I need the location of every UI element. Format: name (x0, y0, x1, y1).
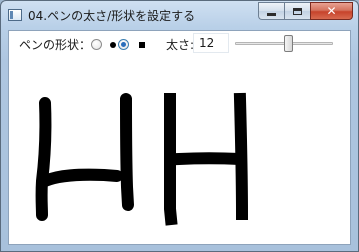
round-tip-icon (110, 42, 116, 48)
thickness-input[interactable] (193, 33, 229, 53)
caption-buttons: ✕ (258, 2, 353, 21)
window-title: 04.ペンの太さ/形状を設定する (28, 9, 196, 23)
stroke-left-2 (39, 168, 123, 187)
pen-shape-label: ペンの形状： (19, 38, 92, 52)
client-area: ペンの形状： 太さ: (8, 30, 351, 245)
stroke-left-1 (35, 97, 52, 221)
square-tip-icon (139, 42, 145, 48)
close-button[interactable]: ✕ (310, 2, 353, 20)
window-app-icon[interactable] (8, 9, 22, 21)
ink-canvas[interactable] (9, 57, 350, 244)
pen-settings-toolbar: ペンの形状： 太さ: (9, 31, 350, 57)
stroke-right-1 (163, 93, 178, 226)
title-bar[interactable]: 04.ペンの太さ/形状を設定する ✕ (1, 1, 358, 29)
close-icon: ✕ (326, 4, 337, 18)
maximize-icon (293, 7, 302, 15)
square-tip-radio[interactable] (118, 39, 129, 50)
slider-thumb[interactable] (284, 35, 293, 52)
minimize-button[interactable] (258, 2, 284, 20)
thickness-slider[interactable] (235, 35, 333, 53)
thickness-label: 太さ: (166, 38, 195, 52)
stroke-right-3 (233, 92, 249, 221)
minimize-icon (267, 12, 276, 16)
maximize-button[interactable] (284, 2, 310, 20)
stroke-left-3 (120, 93, 134, 211)
round-tip-radio[interactable] (91, 39, 102, 50)
stroke-right-2 (172, 152, 247, 166)
app-window: 04.ペンの太さ/形状を設定する ✕ ペンの形状： 太さ: (0, 0, 359, 252)
